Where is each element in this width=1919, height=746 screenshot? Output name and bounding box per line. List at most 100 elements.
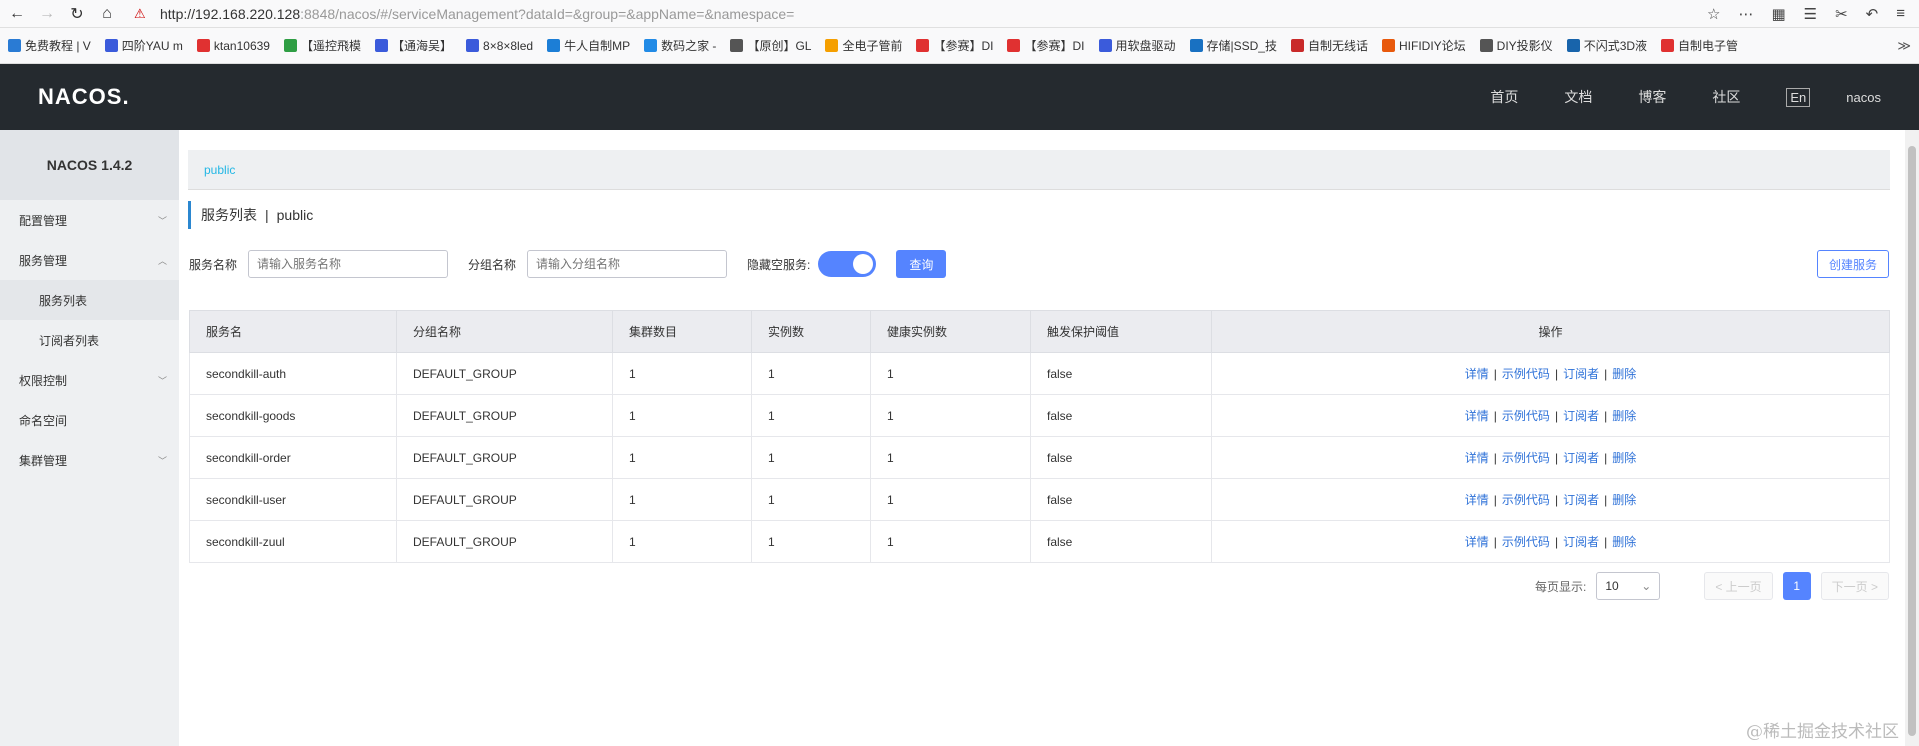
op-link[interactable]: 示例代码 bbox=[1502, 493, 1550, 507]
undo-icon[interactable]: ↶ bbox=[1866, 5, 1879, 23]
bookmark-item[interactable]: HIFIDIY论坛 bbox=[1382, 37, 1466, 54]
bookmark-item[interactable]: 【遥控飛模 bbox=[283, 37, 361, 54]
op-link[interactable]: 详情 bbox=[1465, 493, 1489, 507]
table-cell: DEFAULT_GROUP bbox=[396, 478, 613, 521]
forward-icon[interactable]: → bbox=[34, 1, 60, 27]
bookmark-item[interactable]: 存储|SSD_技 bbox=[1189, 37, 1277, 54]
bookmark-item[interactable]: 免费教程 | V bbox=[8, 37, 91, 54]
bookmark-item[interactable]: DIY投影仪 bbox=[1479, 37, 1553, 54]
bookmark-label: 免费教程 | V bbox=[25, 39, 91, 53]
bookmark-item[interactable]: 自制电子管 bbox=[1661, 37, 1738, 54]
bookmark-label: 全电子管前 bbox=[842, 39, 903, 53]
reload-icon[interactable]: ↻ bbox=[64, 1, 90, 27]
scrollbar-thumb[interactable] bbox=[1908, 146, 1916, 736]
op-link[interactable]: 删除 bbox=[1612, 409, 1636, 423]
page-size-value: 10 bbox=[1605, 579, 1619, 593]
op-separator: | bbox=[1493, 409, 1497, 423]
nacos-logo[interactable]: NACOS. bbox=[38, 84, 130, 110]
nav-docs[interactable]: 文档 bbox=[1564, 87, 1592, 107]
op-link[interactable]: 详情 bbox=[1465, 367, 1489, 381]
bookmark-favicon-icon bbox=[644, 39, 658, 52]
service-name-input[interactable] bbox=[248, 250, 449, 278]
home-icon[interactable]: ⌂ bbox=[94, 1, 120, 27]
bookmark-item[interactable]: 8×8×8led bbox=[466, 39, 533, 53]
col-group-name: 分组名称 bbox=[396, 310, 613, 353]
op-link[interactable]: 示例代码 bbox=[1502, 367, 1550, 381]
op-separator: | bbox=[1493, 535, 1497, 549]
user-name[interactable]: nacos bbox=[1846, 90, 1881, 105]
back-icon[interactable]: ← bbox=[4, 1, 30, 27]
sidebar-item[interactable]: 服务管理 ︿ bbox=[0, 240, 179, 280]
sidebar-item[interactable]: 集群管理 ﹀ bbox=[0, 440, 179, 480]
bookmark-item[interactable]: 【参赛】DI bbox=[1007, 37, 1085, 54]
sidebar-item[interactable]: 订阅者列表 bbox=[0, 320, 179, 360]
bookmark-item[interactable]: 【参赛】DI bbox=[916, 37, 993, 54]
nav-home[interactable]: 首页 bbox=[1490, 87, 1518, 107]
bookmark-item[interactable]: 用软盘驱动 bbox=[1098, 37, 1176, 54]
nav-blog[interactable]: 博客 bbox=[1638, 87, 1666, 107]
toggle-knob bbox=[853, 254, 874, 274]
group-name-input[interactable] bbox=[527, 250, 728, 278]
tools-icon[interactable]: ✂ bbox=[1835, 5, 1848, 23]
op-link[interactable]: 删除 bbox=[1612, 493, 1636, 507]
page-1-button[interactable]: 1 bbox=[1782, 572, 1811, 600]
bookmark-item[interactable]: 【原创】GL bbox=[730, 37, 811, 54]
service-name-label: 服务名称 bbox=[189, 257, 238, 272]
bookmark-item[interactable]: ktan10639 bbox=[196, 39, 270, 53]
more-icon[interactable]: ⋯ bbox=[1738, 5, 1753, 23]
page-size-select[interactable]: 10 ⌄ bbox=[1596, 572, 1661, 600]
sidebar-item-label: 集群管理 bbox=[19, 453, 68, 468]
op-link[interactable]: 订阅者 bbox=[1563, 493, 1599, 507]
op-link[interactable]: 订阅者 bbox=[1563, 367, 1599, 381]
bookmark-item[interactable]: 数码之家 - bbox=[644, 37, 716, 54]
grid-icon[interactable]: ▦ bbox=[1771, 5, 1785, 23]
bookmark-item[interactable]: 牛人自制MP bbox=[547, 37, 630, 54]
op-link[interactable]: 删除 bbox=[1612, 535, 1636, 549]
bookmarks-overflow-icon[interactable]: ≫ bbox=[1897, 38, 1911, 54]
op-link[interactable]: 订阅者 bbox=[1563, 409, 1599, 423]
query-button[interactable]: 查询 bbox=[896, 250, 947, 278]
star-icon[interactable]: ☆ bbox=[1707, 5, 1720, 23]
sidebar-item[interactable]: 配置管理 ﹀ bbox=[0, 200, 179, 240]
nav-community[interactable]: 社区 bbox=[1712, 87, 1740, 107]
op-link[interactable]: 示例代码 bbox=[1502, 409, 1550, 423]
url-bar[interactable]: ⚠ http://192.168.220.128:8848/nacos/#/se… bbox=[134, 2, 1707, 26]
bookmark-favicon-icon bbox=[1007, 39, 1021, 52]
op-link[interactable]: 删除 bbox=[1612, 367, 1636, 381]
bookmark-favicon-icon bbox=[1479, 39, 1493, 52]
op-link[interactable]: 订阅者 bbox=[1563, 535, 1599, 549]
op-link[interactable]: 详情 bbox=[1465, 451, 1489, 465]
hide-empty-toggle[interactable] bbox=[818, 251, 877, 277]
sidebar-item[interactable]: 命名空间 bbox=[0, 400, 179, 440]
bookmark-item[interactable]: 不闪式3D液 bbox=[1566, 37, 1647, 54]
page-scrollbar[interactable] bbox=[1905, 130, 1919, 746]
op-link[interactable]: 订阅者 bbox=[1563, 451, 1599, 465]
bookmark-item[interactable]: 自制无线话 bbox=[1290, 37, 1368, 54]
table-cell: 1 bbox=[870, 352, 1031, 395]
op-link[interactable]: 详情 bbox=[1465, 535, 1489, 549]
table-cell: DEFAULT_GROUP bbox=[396, 436, 613, 479]
operations-cell: 详情 | 示例代码 | 订阅者 | 删除 bbox=[1211, 436, 1890, 479]
create-service-button[interactable]: 创建服务 bbox=[1816, 250, 1889, 278]
bookmark-item[interactable]: 全电子管前 bbox=[825, 37, 902, 54]
op-link[interactable]: 示例代码 bbox=[1502, 451, 1550, 465]
op-link[interactable]: 详情 bbox=[1465, 409, 1489, 423]
op-separator: | bbox=[1604, 409, 1608, 423]
namespace-breadcrumb[interactable]: public bbox=[188, 150, 1890, 190]
menu-icon[interactable]: ≡ bbox=[1896, 5, 1905, 22]
language-toggle[interactable]: En bbox=[1786, 87, 1811, 107]
bookmark-favicon-icon bbox=[196, 39, 210, 52]
next-page-button[interactable]: 下一页 > bbox=[1820, 572, 1889, 600]
sidebar-item[interactable]: 服务列表 bbox=[0, 280, 179, 320]
bookmark-item[interactable]: 【通海吴】 bbox=[375, 37, 452, 54]
col-instance-count: 实例数 bbox=[751, 310, 871, 353]
bookmark-item[interactable]: 四阶YAU m bbox=[104, 37, 183, 54]
op-link[interactable]: 示例代码 bbox=[1502, 535, 1550, 549]
favorites-icon[interactable]: ☰ bbox=[1804, 5, 1817, 23]
op-link[interactable]: 删除 bbox=[1612, 451, 1636, 465]
op-separator: | bbox=[1493, 451, 1497, 465]
op-separator: | bbox=[1554, 367, 1559, 381]
operations-cell: 详情 | 示例代码 | 订阅者 | 删除 bbox=[1211, 394, 1890, 437]
prev-page-button[interactable]: < 上一页 bbox=[1704, 572, 1773, 600]
sidebar-item[interactable]: 权限控制 ﹀ bbox=[0, 360, 179, 400]
